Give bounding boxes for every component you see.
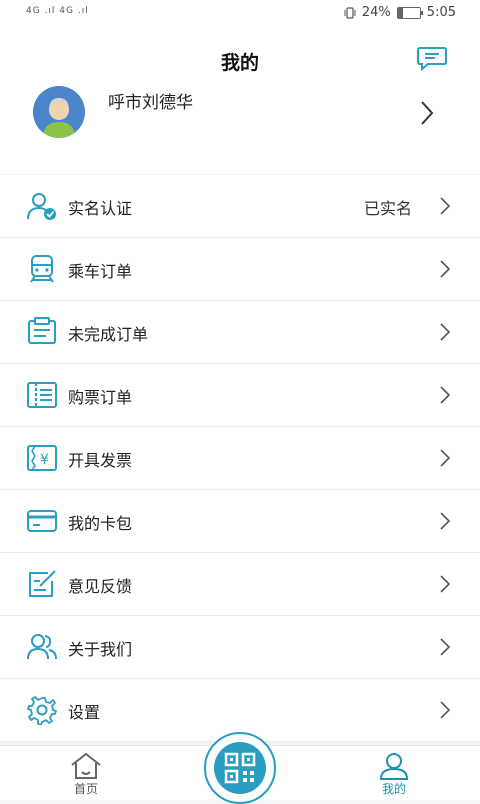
feedback-icon — [29, 570, 56, 597]
menu-label: 乘车订单 — [68, 262, 133, 281]
menu-item-real-name[interactable]: 实名认证 已实名 — [0, 175, 480, 238]
home-icon — [71, 752, 101, 779]
qr-code-icon — [224, 752, 256, 784]
menu-list: 实名认证 已实名 乘车订单 未完成订单 购票订单 ¥ 开具发票 我的卡包 意见反… — [0, 175, 480, 742]
chevron-right-icon — [440, 575, 450, 593]
tab-home[interactable]: 首页 — [56, 752, 116, 797]
tab-mine-label: 我的 — [381, 782, 406, 796]
battery-percent: 24% — [361, 5, 391, 20]
menu-item-ticket-orders[interactable]: 购票订单 — [0, 364, 480, 427]
id-verify-icon — [27, 193, 56, 220]
unfinished-order-icon — [28, 317, 56, 344]
chevron-right-icon — [440, 260, 450, 278]
vibrate-icon — [344, 6, 356, 19]
menu-label: 购票订单 — [68, 388, 133, 407]
clock: 5:05 — [426, 5, 456, 20]
svg-text:¥: ¥ — [40, 452, 49, 468]
menu-label: 关于我们 — [68, 640, 133, 659]
status-bar: 4G .ıl 4G .ıl 24% 5:05 — [0, 0, 480, 26]
users-icon — [27, 634, 57, 660]
chevron-right-icon — [440, 323, 450, 341]
verify-status: 已实名 — [363, 199, 412, 218]
tab-home-label: 首页 — [73, 782, 98, 796]
menu-label: 意见反馈 — [68, 577, 133, 596]
chevron-right-icon — [440, 386, 450, 404]
menu-item-invoice[interactable]: ¥ 开具发票 — [0, 427, 480, 490]
menu-item-ride-orders[interactable]: 乘车订单 — [0, 238, 480, 301]
user-avatar-icon — [33, 86, 85, 138]
username[interactable]: 呼市刘德华 — [108, 88, 193, 113]
scan-qr-button[interactable] — [204, 732, 276, 804]
chevron-right-icon — [440, 638, 450, 656]
message-icon[interactable] — [416, 44, 448, 72]
page-title: 我的 — [220, 52, 259, 74]
menu-label: 实名认证 — [68, 199, 133, 218]
menu-item-about-us[interactable]: 关于我们 — [0, 616, 480, 679]
signal-indicator: 4G .ıl 4G .ıl — [26, 6, 89, 16]
train-icon — [30, 255, 54, 283]
avatar[interactable] — [33, 86, 85, 138]
scan-button-face — [214, 742, 266, 794]
card-icon — [27, 510, 57, 532]
menu-label: 我的卡包 — [68, 514, 133, 533]
menu-label: 开具发票 — [68, 451, 133, 470]
chevron-right-icon — [440, 701, 450, 719]
profile-header: 我的 呼市刘德华 — [0, 26, 480, 174]
chevron-right-icon — [440, 449, 450, 467]
menu-label: 未完成订单 — [68, 325, 149, 344]
tab-mine[interactable]: 我的 — [364, 752, 424, 797]
battery-icon — [396, 6, 423, 19]
user-icon — [379, 753, 409, 780]
gear-icon — [27, 696, 57, 725]
chevron-right-icon — [440, 197, 450, 215]
invoice-icon: ¥ — [27, 445, 57, 471]
chevron-right-icon — [440, 512, 450, 530]
profile-chevron-icon[interactable] — [420, 100, 434, 126]
menu-item-unfinished-orders[interactable]: 未完成订单 — [0, 301, 480, 364]
menu-item-card-wallet[interactable]: 我的卡包 — [0, 490, 480, 553]
menu-label: 设置 — [68, 703, 101, 722]
ticket-icon — [27, 382, 57, 408]
status-right: 24% 5:05 — [344, 5, 456, 20]
menu-item-feedback[interactable]: 意见反馈 — [0, 553, 480, 616]
